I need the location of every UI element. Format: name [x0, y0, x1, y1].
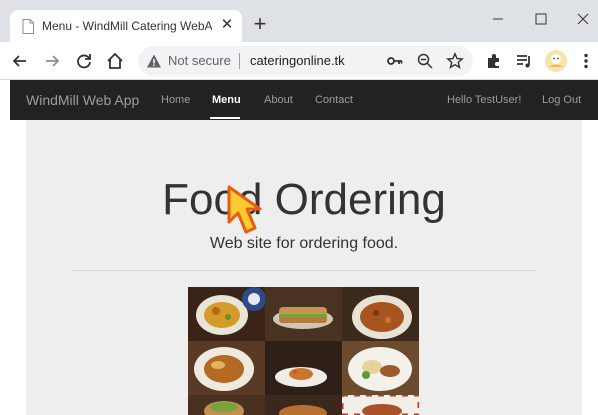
zoom-icon[interactable] [416, 52, 434, 70]
media-queue-icon[interactable] [514, 51, 534, 71]
plus-icon[interactable]: + [250, 13, 270, 35]
extensions-puzzle-icon[interactable] [484, 51, 504, 71]
user-greeting-link[interactable]: Hello TestUser! [447, 94, 521, 106]
security-label: Not secure [168, 53, 231, 68]
divider [72, 270, 536, 271]
food-photo [265, 341, 342, 395]
back-arrow-icon[interactable] [10, 51, 30, 71]
food-photo-collage [188, 287, 419, 415]
tab-title: Menu - WindMill Catering WebA [42, 19, 212, 33]
window-close-icon[interactable] [568, 7, 598, 31]
menu-dots-icon[interactable] [576, 51, 596, 71]
pointer-cursor-icon [227, 185, 262, 234]
star-icon[interactable] [446, 52, 464, 70]
food-photo [265, 287, 342, 341]
food-photo [188, 287, 265, 341]
food-photo [188, 395, 265, 415]
nav-link-menu[interactable]: Menu [212, 94, 241, 106]
nav-link-home[interactable]: Home [161, 94, 190, 106]
brand-link[interactable]: WindMill Web App [26, 92, 139, 108]
warning-icon[interactable] [146, 53, 162, 69]
browser-toolbar: Not secure cateringonline.tk [0, 42, 598, 80]
site-navbar: WindMill Web App Home Menu About Contact… [10, 80, 598, 120]
home-icon[interactable] [105, 51, 125, 71]
page-viewport: WindMill Web App Home Menu About Contact… [0, 80, 598, 415]
logout-link[interactable]: Log Out [542, 94, 581, 106]
food-photo [265, 395, 342, 415]
food-photo [188, 341, 265, 395]
food-photo [342, 341, 419, 395]
active-indicator [210, 117, 240, 119]
address-bar[interactable]: Not secure cateringonline.tk [138, 46, 473, 76]
key-icon[interactable] [386, 52, 404, 70]
nav-link-about[interactable]: About [264, 94, 293, 106]
forward-arrow-icon[interactable] [42, 51, 62, 71]
hero-jumbotron: Food Ordering Web site for ordering food… [26, 120, 582, 415]
avatar-icon[interactable] [544, 49, 568, 73]
nav-link-contact[interactable]: Contact [315, 94, 353, 106]
browser-titlebar: Menu - WindMill Catering WebA ✕ + [0, 0, 598, 42]
browser-tab[interactable]: Menu - WindMill Catering WebA ✕ [10, 10, 242, 42]
maximize-icon[interactable] [526, 7, 556, 31]
address-divider [239, 53, 240, 69]
food-photo [342, 287, 419, 341]
url-text[interactable]: cateringonline.tk [250, 53, 345, 68]
document-favicon-icon [22, 19, 34, 34]
page-title: Food Ordering [162, 175, 446, 224]
page-subtitle: Web site for ordering food. [209, 235, 399, 252]
close-icon[interactable]: ✕ [218, 16, 236, 34]
minimize-icon[interactable] [483, 7, 513, 31]
reload-icon[interactable] [74, 51, 94, 71]
food-photo [342, 395, 419, 415]
